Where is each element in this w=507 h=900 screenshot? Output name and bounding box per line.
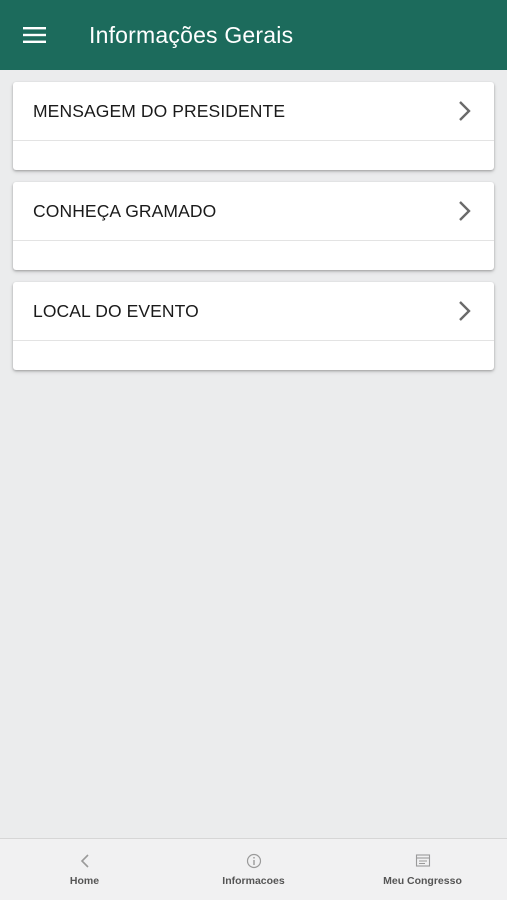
tab-label: Home: [69, 875, 100, 887]
tab-informacoes[interactable]: Informacoes: [169, 839, 338, 900]
card-label: CONHEÇA GRAMADO: [33, 200, 217, 221]
chevron-left-icon: [80, 854, 89, 868]
card-header: LOCAL DO EVENTO: [13, 282, 494, 341]
bottom-navigation: Home Informacoes Meu Congresso: [0, 838, 507, 900]
chevron-right-icon: [459, 301, 471, 321]
tab-home[interactable]: Home: [0, 839, 169, 900]
tab-label: Informacoes: [222, 875, 285, 887]
card-label: LOCAL DO EVENTO: [33, 300, 199, 321]
top-app-bar: Informações Gerais: [0, 0, 507, 70]
card-conheca-gramado[interactable]: CONHEÇA GRAMADO: [13, 182, 494, 270]
card-header: MENSAGEM DO PRESIDENTE: [13, 82, 494, 141]
chevron-right-icon: [459, 101, 471, 121]
card-local-do-evento[interactable]: LOCAL DO EVENTO: [13, 282, 494, 370]
info-circle-icon: [246, 853, 261, 869]
congress-badge-icon: [415, 854, 430, 867]
tab-label: Meu Congresso: [383, 875, 462, 887]
menu-button[interactable]: [0, 0, 70, 70]
card-label: MENSAGEM DO PRESIDENTE: [33, 100, 286, 121]
page-title: Informações Gerais: [89, 21, 294, 48]
card-header: CONHEÇA GRAMADO: [13, 182, 494, 241]
app-screen: Informações Gerais MENSAGEM DO PRESIDENT…: [0, 0, 507, 900]
chevron-right-icon: [459, 201, 471, 221]
card-mensagem-do-presidente[interactable]: MENSAGEM DO PRESIDENTE: [13, 82, 494, 170]
hamburger-menu-icon: [23, 27, 46, 43]
tab-meu-congresso[interactable]: Meu Congresso: [338, 839, 507, 900]
info-list: MENSAGEM DO PRESIDENTE CONHEÇA GRAMADO L…: [13, 82, 494, 382]
